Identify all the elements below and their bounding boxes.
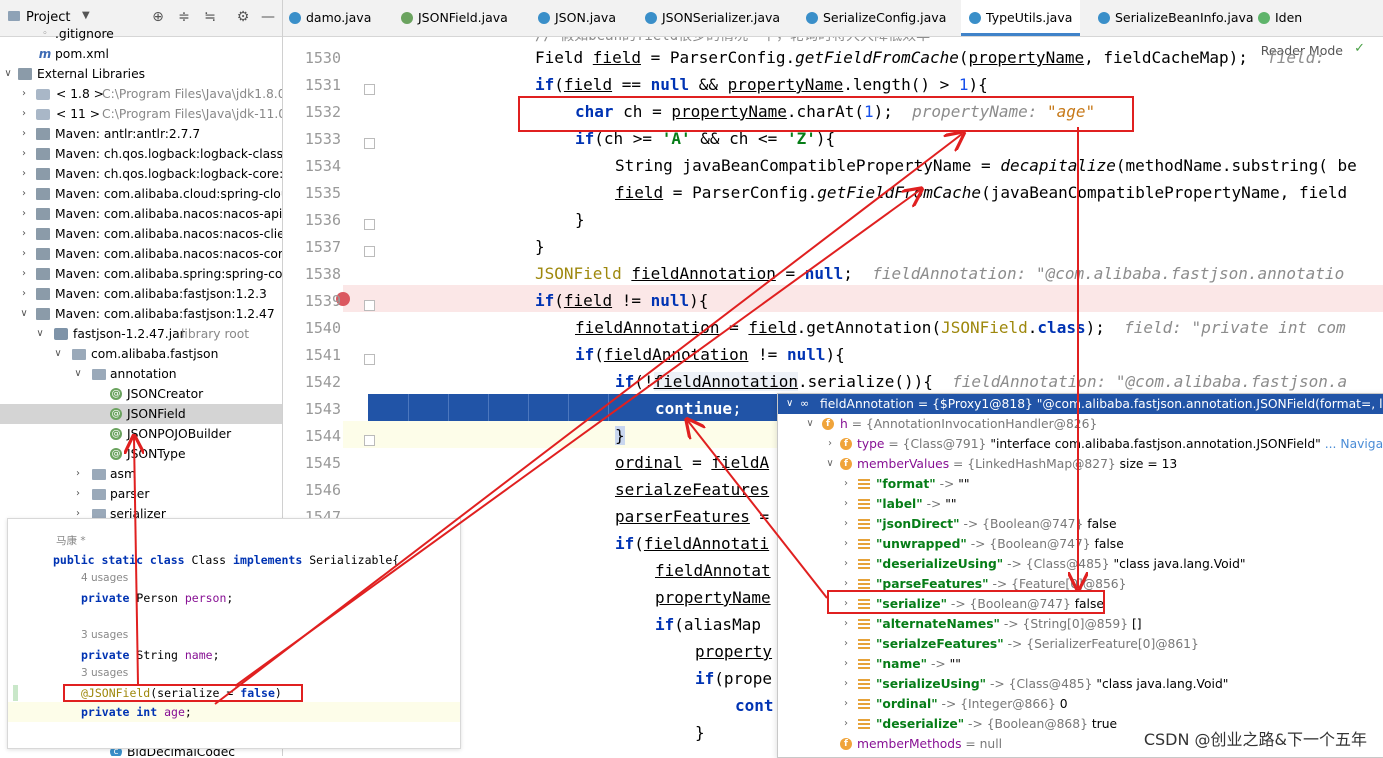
arrow-to-continue [688, 421, 828, 599]
arrow-to-field-annotation [234, 190, 920, 687]
watermark: CSDN @创业之路&下一个五年 [1143, 730, 1367, 749]
arrow-to-jsonfield [134, 438, 138, 685]
annotation-arrows [0, 127, 1383, 705]
